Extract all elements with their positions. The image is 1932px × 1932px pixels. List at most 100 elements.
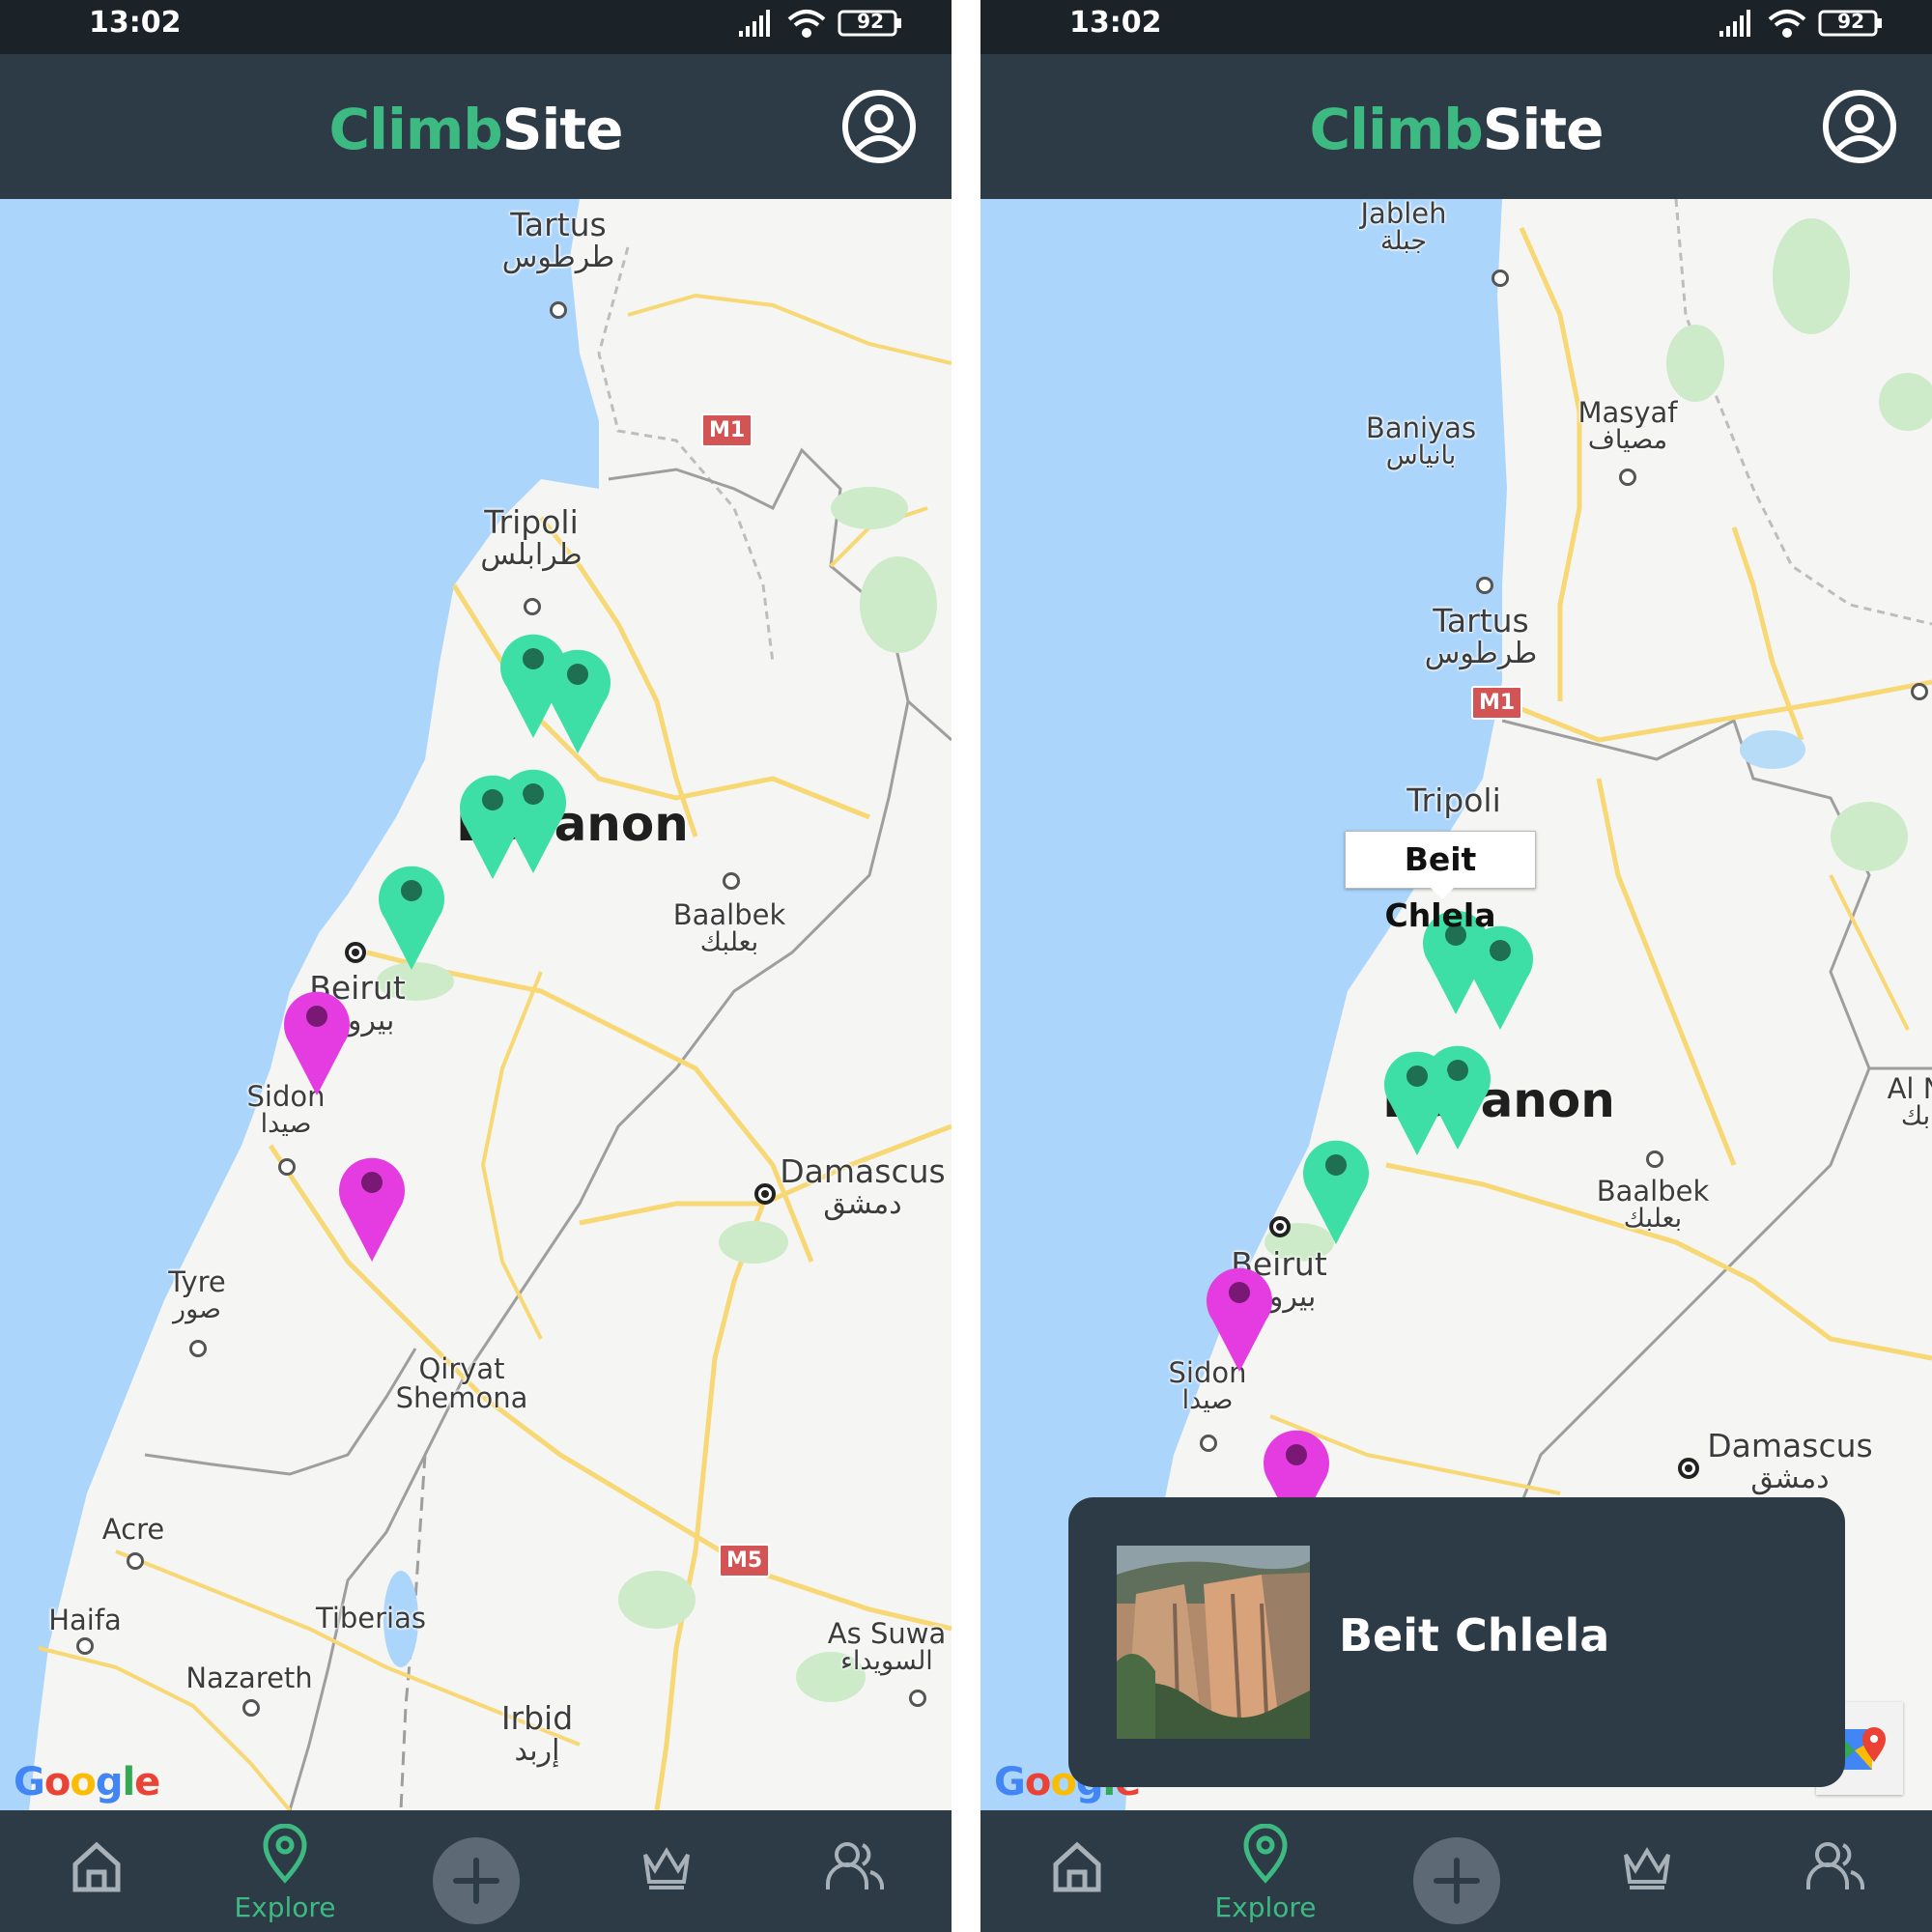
city-dot [242,1699,260,1717]
map-pin-magenta[interactable] [1203,1260,1276,1374]
city-dot [1492,270,1509,287]
city-dot [278,1158,296,1176]
map-label-damascus: Damascus دمشق [1707,1427,1873,1495]
map-label-jableh: Jableh جبلة [1360,199,1447,257]
add-site-button[interactable] [433,1837,520,1924]
map-label-baalbek: Baalbek بعلبك [1596,1175,1710,1235]
map-label-baalbek: Baalbek بعلبك [672,898,786,958]
status-time: 13:02 [89,6,182,40]
status-bar: 13:02 92 [0,0,952,54]
capital-dot [1269,1216,1291,1237]
city-dot [127,1552,144,1570]
status-time: 13:02 [1069,6,1162,40]
crown-icon [1624,1847,1670,1889]
map-label-irbid: Irbid إربد [500,1699,574,1768]
app-bar: ClimbSite [980,54,1932,199]
city-dot [1476,577,1493,594]
nav-ranking[interactable] [1579,1824,1715,1920]
map-pin-green[interactable] [456,767,529,881]
capital-dot [754,1183,776,1205]
app-title-part1: Climb [1309,97,1484,162]
crown-icon [643,1847,690,1889]
nav-explore-label: Explore [234,1891,336,1923]
map-label-tiberias: Tiberias [316,1602,426,1634]
bottom-nav: Explore [0,1810,952,1932]
map-label-tartus: Tartus طرطوس [1424,602,1538,670]
highway-shield-m1: M1 [1471,686,1523,720]
users-icon [1806,1842,1864,1889]
map-pin-green[interactable] [1299,1132,1373,1246]
map-pin-green[interactable] [375,858,448,972]
nav-home[interactable] [29,1824,164,1920]
location-pin-icon [263,1823,307,1884]
nav-community[interactable] [1768,1824,1903,1920]
map-label-masyaf: Masyaf مصياف [1577,396,1678,456]
bottom-nav: Explore [980,1810,1932,1932]
capital-dot [345,942,366,963]
app-title: ClimbSite [980,97,1932,162]
rock-photo-image [1117,1546,1310,1739]
city-dot [1619,469,1636,486]
capital-dot [1678,1458,1699,1479]
city-dot [1911,683,1928,700]
map-label-as-suwayda: As Suwa السويداء [827,1617,947,1677]
profile-icon[interactable] [1822,89,1897,164]
nav-explore[interactable]: Explore [217,1823,353,1923]
map-label-qiryat-shemona: Qiryat Shemona [395,1352,528,1415]
battery-level: 92 [1837,10,1864,33]
status-bar: 13:02 92 [980,0,1932,54]
plus-icon [453,1858,499,1904]
profile-icon[interactable] [841,89,917,164]
app-title: ClimbSite [0,97,952,162]
map-label-tyre: Tyre صور [168,1265,226,1325]
add-site-button[interactable] [1413,1837,1500,1924]
map-label-nazareth: Nazareth [185,1662,313,1694]
users-icon [826,1842,884,1889]
wifi-icon [1768,10,1806,38]
city-dot [76,1637,94,1655]
nav-explore[interactable]: Explore [1198,1823,1333,1923]
map-pin-magenta[interactable] [280,983,354,1097]
map-label-tripoli: Tripoli [1406,781,1501,819]
home-icon [72,1841,121,1892]
city-dot [909,1690,926,1707]
map-label-al-n: Al Nبك [1887,1072,1932,1132]
map-label-haifa: Haifa [48,1604,122,1636]
city-dot [1646,1151,1663,1168]
site-photo [1117,1546,1310,1739]
map-base [0,199,952,1810]
battery-level: 92 [857,10,884,33]
site-name: Beit Chlela [1339,1609,1610,1662]
map-pin-green[interactable] [1380,1043,1454,1157]
city-dot [1200,1435,1217,1452]
highway-shield-m5: M5 [719,1544,771,1577]
nav-explore-label: Explore [1214,1891,1317,1923]
selected-site-card[interactable]: Beit Chlela [1068,1497,1845,1787]
selected-site-tooltip[interactable]: Beit Chlela [1345,831,1536,934]
map-label-tripoli: Tripoli طرابلس [480,503,582,572]
home-icon [1053,1841,1101,1892]
plus-icon [1434,1858,1480,1904]
app-title-part2: Site [1482,97,1605,162]
app-title-part2: Site [501,97,624,162]
map-pin-green[interactable] [541,641,614,755]
city-dot [723,872,740,890]
map-label-baniyas: Baniyas بانياس [1365,412,1477,471]
app-bar: ClimbSite [0,54,952,199]
nav-ranking[interactable] [599,1824,734,1920]
google-logo: Google [14,1760,160,1804]
city-dot [550,301,567,319]
location-pin-icon [1243,1823,1288,1884]
wifi-icon [787,10,826,38]
signal-icon [1719,10,1750,37]
phone-screen-explore: 13:02 92 ClimbSite Tartus طرطوس Tripoli … [0,0,952,1932]
map-pin-magenta[interactable] [335,1150,409,1264]
highway-shield-m1: M1 [701,413,753,447]
map-view[interactable]: Tartus طرطوس Tripoli طرابلس Lebanon Baalbe… [0,199,952,1810]
nav-home[interactable] [1009,1824,1145,1920]
map-label-damascus: Damascus دمشق [780,1152,946,1221]
city-dot [189,1340,207,1357]
map-label-tartus: Tartus طرطوس [501,206,615,274]
app-title-part1: Climb [328,97,503,162]
nav-community[interactable] [787,1824,923,1920]
